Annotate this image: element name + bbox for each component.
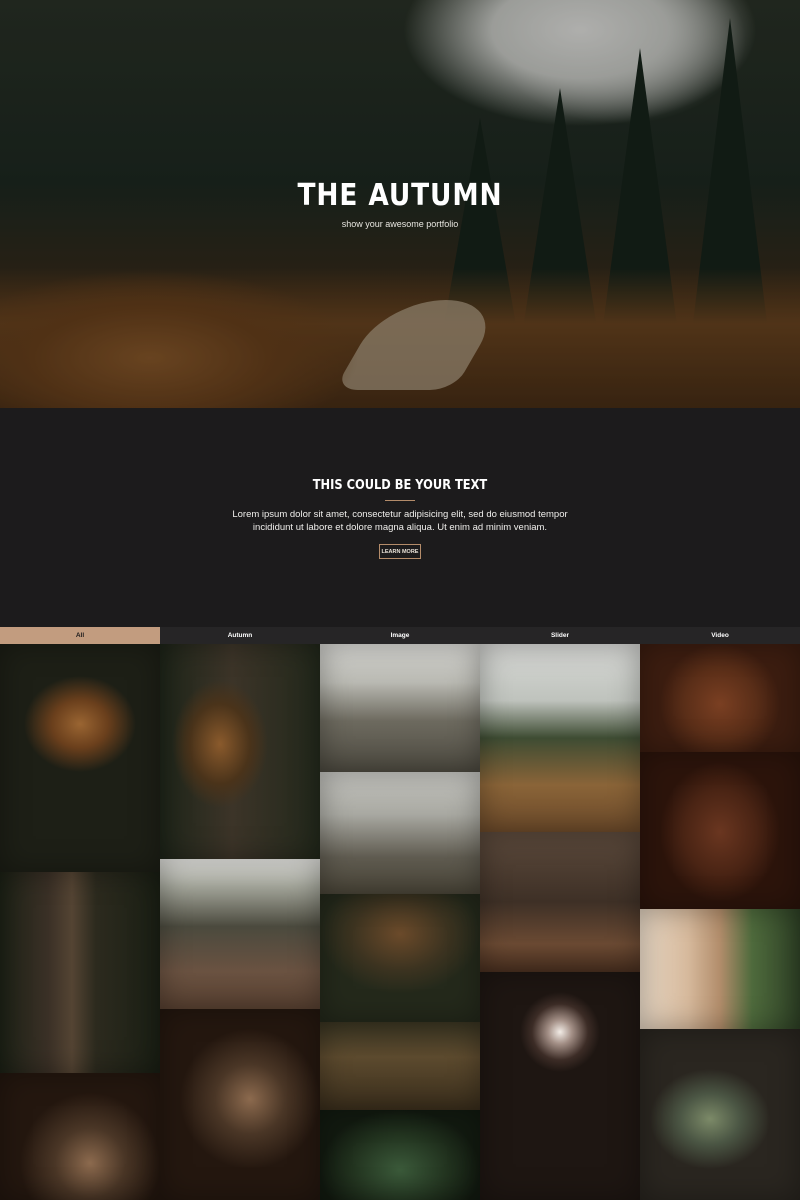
gallery-item[interactable]: [320, 1110, 480, 1200]
gallery-item[interactable]: [320, 894, 480, 1022]
learn-more-button[interactable]: LEARN MORE: [379, 544, 421, 559]
gallery-item[interactable]: [640, 752, 800, 909]
gallery-item[interactable]: [0, 872, 160, 1073]
gallery-item[interactable]: [320, 772, 480, 894]
gallery-item[interactable]: [320, 1022, 480, 1110]
gallery-item[interactable]: [160, 1009, 320, 1200]
intro-heading: THIS COULD BE YOUR TEXT: [312, 478, 488, 493]
tab-video[interactable]: Video: [640, 627, 800, 644]
gallery-item[interactable]: [160, 644, 320, 859]
gallery-column: [320, 644, 480, 1200]
gallery-item[interactable]: [0, 1073, 160, 1200]
gallery-item[interactable]: [480, 832, 640, 972]
hero-subtitle: show your awesome portfolio: [341, 219, 459, 229]
tab-all[interactable]: All: [0, 627, 160, 644]
tab-image[interactable]: Image: [320, 627, 480, 644]
intro-divider: [385, 500, 415, 501]
gallery-column: [640, 644, 800, 1200]
gallery-item[interactable]: [320, 644, 480, 772]
gallery-filter-tabs: All Autumn Image Slider Video: [0, 627, 800, 644]
gallery-item[interactable]: [640, 644, 800, 752]
gallery-item[interactable]: [480, 972, 640, 1200]
gallery-item[interactable]: [160, 859, 320, 1009]
gallery-item[interactable]: [640, 1029, 800, 1200]
tab-autumn[interactable]: Autumn: [160, 627, 320, 644]
gallery-item[interactable]: [480, 644, 640, 832]
gallery-column: [0, 644, 160, 1200]
gallery-column: [160, 644, 320, 1200]
intro-section: THIS COULD BE YOUR TEXT Lorem ipsum dolo…: [0, 408, 800, 627]
hero-banner: THE AUTUMN show your awesome portfolio: [0, 0, 800, 408]
gallery-column: [480, 644, 640, 1200]
tab-slider[interactable]: Slider: [480, 627, 640, 644]
gallery-item[interactable]: [0, 644, 160, 872]
gallery-item[interactable]: [640, 909, 800, 1029]
portfolio-gallery: [0, 644, 800, 1200]
intro-body: Lorem ipsum dolor sit amet, consectetur …: [232, 509, 568, 533]
hero-title: THE AUTUMN: [297, 178, 503, 213]
